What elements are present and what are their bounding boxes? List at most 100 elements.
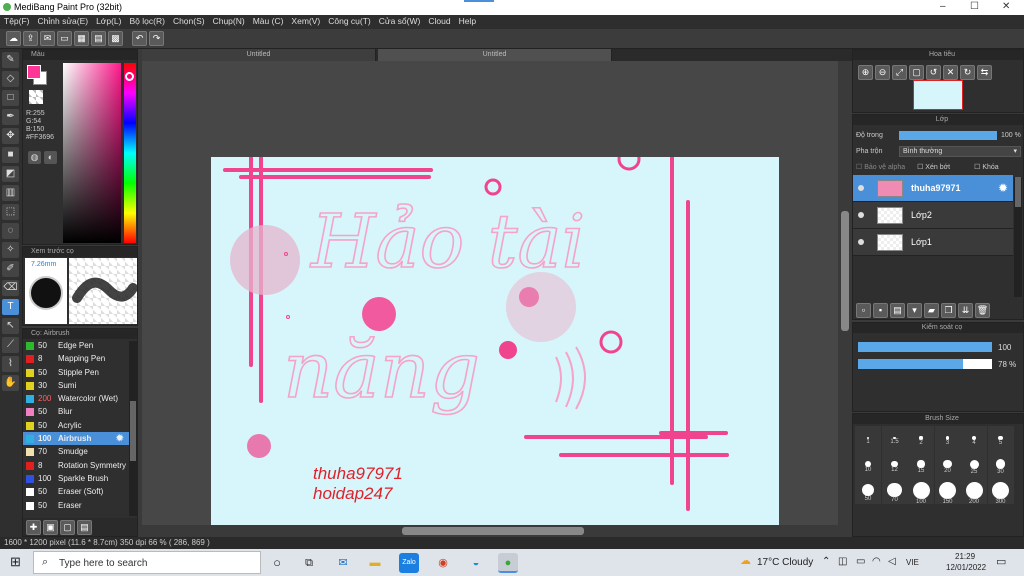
menu-snap[interactable]: Chụp(N)	[209, 15, 249, 27]
brush-size-cell[interactable]: 1.5	[881, 426, 908, 452]
select-pen-icon[interactable]: ✐	[2, 261, 19, 277]
menu-filter[interactable]: Bộ lọc(R)	[126, 15, 169, 27]
horizontal-scrollbar[interactable]	[142, 525, 838, 537]
grid-icon[interactable]: ▦	[74, 31, 89, 46]
zoom-out-icon[interactable]: ⊖	[875, 65, 890, 80]
layer-opacity-slider[interactable]	[899, 131, 997, 140]
magic-wand-icon[interactable]: ✧	[2, 242, 19, 258]
menu-color[interactable]: Màu (C)	[249, 15, 288, 27]
brush-item[interactable]: 50 Eraser	[23, 499, 129, 512]
blend-mode-select[interactable]: Bình thường ▾	[899, 146, 1021, 157]
chrome-icon[interactable]: ◉	[433, 553, 453, 573]
brush-item[interactable]: 50 Acrylic	[23, 419, 129, 432]
vertical-scroll-thumb[interactable]	[841, 211, 849, 331]
horizontal-scroll-thumb[interactable]	[402, 527, 584, 535]
brush-list-scrollbar[interactable]	[129, 341, 137, 516]
brush-item[interactable]: 70 Smudge	[23, 445, 129, 458]
palette-icon[interactable]: ◍	[28, 151, 41, 164]
comment-icon[interactable]: ▭	[57, 31, 72, 46]
divide-tool-icon[interactable]: ⟋	[2, 337, 19, 353]
flip-icon[interactable]: ⇆	[977, 65, 992, 80]
navigator-thumbnail[interactable]	[913, 80, 963, 110]
rotate-left-icon[interactable]: ↺	[926, 65, 941, 80]
brush-size-cell[interactable]: 25	[961, 452, 987, 478]
brush-size-cell[interactable]: 15	[908, 452, 934, 478]
folder-icon[interactable]: ▰	[924, 303, 939, 318]
new-halftone-layer-icon[interactable]: ▪	[873, 303, 888, 318]
color-wheel-icon[interactable]: ◐	[44, 151, 57, 164]
menu-file[interactable]: Tệp(F)	[0, 15, 34, 27]
brush-size-cell[interactable]: 30	[987, 452, 1014, 478]
add-layer-menu-icon[interactable]: ▾	[907, 303, 922, 318]
add-brush-icon[interactable]: ✚	[26, 520, 41, 535]
brush-opacity-slider[interactable]	[858, 359, 992, 369]
file-explorer-icon[interactable]: ▬	[365, 553, 385, 573]
tab-untitled-2[interactable]: Untitled	[378, 49, 612, 61]
layer-item[interactable]: Lớp1	[853, 229, 1013, 256]
hand-tool-icon[interactable]: ✋	[2, 375, 19, 391]
brush-item[interactable]: 8 Rotation Symmetry	[23, 459, 129, 472]
menu-layer[interactable]: Lớp(L)	[92, 15, 125, 27]
brush-size-cell[interactable]: 3	[934, 426, 961, 452]
cloud-icon[interactable]: ☁	[6, 31, 21, 46]
network-icon[interactable]: ◫	[838, 556, 847, 567]
transparent-swatch[interactable]	[29, 90, 43, 104]
actual-size-icon[interactable]: ▢	[909, 65, 924, 80]
eraser-tool-icon[interactable]: ◇	[2, 71, 19, 87]
delete-layer-icon[interactable]: 🗑	[975, 303, 990, 318]
eye-icon[interactable]	[858, 212, 864, 218]
brush-item[interactable]: 100 Airbrush ✹	[23, 432, 129, 446]
hue-slider[interactable]	[124, 63, 136, 243]
layer-item[interactable]: thuha97971 ✹	[853, 175, 1013, 202]
saturation-value-picker[interactable]	[63, 63, 121, 243]
rotate-right-icon[interactable]: ↻	[960, 65, 975, 80]
brush-item[interactable]: 50 Edge Pen	[23, 339, 129, 352]
gear-icon[interactable]: ✹	[998, 181, 1008, 195]
gear-icon[interactable]: ✹	[116, 432, 124, 445]
brush-new-icon[interactable]: ▢	[60, 520, 75, 535]
notification-icon[interactable]: ▭	[996, 555, 1006, 568]
lasso-tool-icon[interactable]: ◌	[2, 223, 19, 239]
move-tool-icon[interactable]: ✥	[2, 128, 19, 144]
menu-help[interactable]: Help	[455, 15, 480, 27]
layer-scrollbar[interactable]	[1014, 177, 1022, 297]
tile-icon[interactable]: ▩	[108, 31, 123, 46]
tray-chevron-icon[interactable]: ⌃	[822, 556, 830, 567]
language-indicator[interactable]: VIE	[906, 558, 919, 567]
brush-size-cell[interactable]: 1	[855, 426, 881, 452]
bucket-tool-icon[interactable]: ◩	[2, 166, 19, 182]
volume-icon[interactable]: ◁	[888, 556, 896, 567]
menu-edit[interactable]: Chỉnh sửa(E)	[34, 15, 93, 27]
vertical-scrollbar[interactable]	[838, 61, 852, 537]
fill-rect-tool-icon[interactable]: ■	[2, 147, 19, 163]
select-tool-icon[interactable]: ⬚	[2, 204, 19, 220]
brush-item[interactable]: 30 Sumi	[23, 379, 129, 392]
wifi-icon[interactable]: ◠	[872, 556, 881, 567]
rotate-reset-icon[interactable]: ✕	[943, 65, 958, 80]
windows-start-icon[interactable]: ⊞	[10, 554, 21, 570]
tab-untitled-1[interactable]: Untitled	[142, 49, 376, 61]
select-eraser-icon[interactable]: ⌫	[2, 280, 19, 296]
eye-icon[interactable]	[858, 185, 864, 191]
redo-icon[interactable]: ↷	[149, 31, 164, 46]
clock-date[interactable]: 12/01/2022	[946, 563, 986, 572]
chat-icon[interactable]: ✉	[40, 31, 55, 46]
brush-size-cell[interactable]: 300	[987, 478, 1014, 505]
mail-icon[interactable]: ✉	[333, 553, 353, 573]
protect-alpha-checkbox[interactable]: ☐	[856, 164, 864, 171]
brush-settings-icon[interactable]: ▣	[43, 520, 58, 535]
close-button[interactable]: ✕	[1002, 1, 1010, 12]
menu-cloud[interactable]: Cloud	[424, 15, 454, 27]
layer-scroll-thumb[interactable]	[1015, 177, 1021, 207]
fit-icon[interactable]: ⤢	[892, 65, 907, 80]
brush-size-cell[interactable]: 20	[934, 452, 961, 478]
task-view-icon[interactable]: ⧉	[299, 553, 319, 573]
layer-item[interactable]: Lớp2	[853, 202, 1013, 229]
panel-icon[interactable]: ▤	[91, 31, 106, 46]
edge-icon[interactable]: ◒	[466, 553, 486, 573]
brush-size-cell[interactable]: 10	[855, 452, 881, 478]
brush-item[interactable]: 50 Blur	[23, 405, 129, 418]
brush-size-cell[interactable]: 50	[855, 478, 881, 504]
primary-color-swatch[interactable]	[27, 65, 41, 79]
zoom-in-icon[interactable]: ⊕	[858, 65, 873, 80]
